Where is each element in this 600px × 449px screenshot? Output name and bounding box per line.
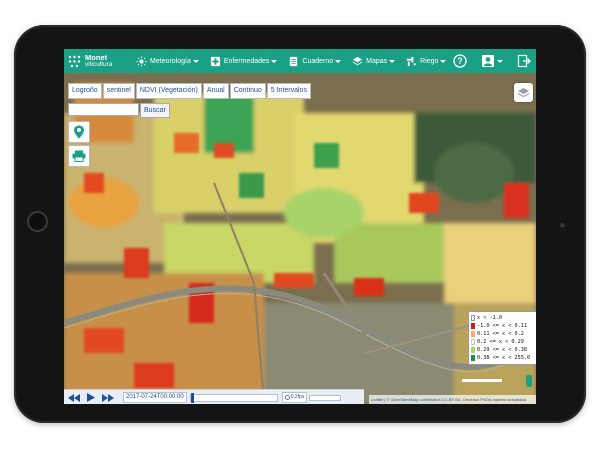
caret-down-icon (335, 59, 342, 63)
search-bar: Buscar (68, 103, 170, 118)
legend-row: x < -1.0 (471, 314, 536, 322)
brand-subtitle: viticultura (85, 61, 113, 68)
layer-switcher-button[interactable] (514, 83, 533, 102)
clock-icon (284, 395, 290, 400)
legend-label: 0.11 <= x < 0.2 (477, 331, 524, 337)
time-slider-handle[interactable] (190, 392, 194, 403)
nav-meteorologia[interactable]: Meteorología (136, 55, 199, 67)
forward-button[interactable] (101, 392, 115, 404)
speed-label: 0.2fps (290, 394, 305, 400)
search-button[interactable]: Buscar (140, 103, 170, 118)
help-icon[interactable]: ? (453, 54, 467, 68)
ndvi-legend: x < -1.0 -1.0 <= x < 0.11 0.11 <= x < 0.… (468, 311, 536, 365)
brand-text: Monet viticultura (85, 54, 112, 68)
caret-down-icon (271, 59, 278, 63)
play-button[interactable] (84, 392, 98, 404)
nav-mapas[interactable]: Mapas (352, 56, 396, 67)
map-attribution[interactable]: Leaflet | © OpenStreetMap contributors C… (369, 395, 536, 404)
legend-label: -1.0 <= x < 0.11 (477, 323, 527, 329)
legend-label: 0.29 <= x < 0.38 (477, 347, 527, 353)
map-filter-bar: Logroño sentinel NDVI (Vegetación) Anual… (68, 83, 312, 99)
ndvi-map[interactable] (64, 73, 536, 404)
printer-icon (72, 150, 86, 162)
layers-icon (352, 56, 363, 65)
caret-down-icon (192, 59, 199, 63)
legend-swatch (471, 347, 475, 353)
nav-mapas-label: Mapas (366, 57, 388, 65)
brand-name: Monet (85, 53, 108, 62)
rewind-button[interactable] (67, 392, 81, 404)
app-screen: Monet viticultura Meteorología Enfermeda… (64, 49, 536, 404)
tablet-camera (560, 223, 565, 228)
time-player: 2017-07-24T00:00:00 0.2fps (64, 389, 364, 404)
nav-cuaderno-label: Cuaderno (302, 57, 334, 65)
svg-text:?: ? (457, 56, 463, 66)
nav-riego-label: Riego (420, 57, 439, 65)
medical-cross-icon (210, 56, 220, 66)
exit-icon[interactable] (517, 54, 531, 68)
play-icon (87, 393, 95, 402)
fast-forward-icon (102, 393, 114, 402)
brand[interactable]: Monet viticultura (67, 54, 125, 69)
legend-label: 0.38 <= x < 255.0 (477, 355, 531, 361)
opacity-slider-handle[interactable] (526, 375, 532, 387)
filter-location[interactable]: Logroño (68, 83, 102, 99)
sun-icon (136, 55, 147, 67)
filter-period[interactable]: Anual (202, 83, 229, 99)
nav-right-actions: ? (439, 49, 536, 73)
speed-slider[interactable] (309, 394, 342, 401)
nav-cuaderno[interactable]: Cuaderno (288, 56, 342, 67)
notebook-icon (290, 56, 298, 66)
irrigation-icon (407, 56, 416, 66)
legend-row: 0.29 <= x < 0.38 (471, 346, 536, 354)
filter-intervals[interactable]: 5 Intervalos (266, 83, 311, 99)
top-navbar: Monet viticultura Meteorología Enfermeda… (64, 49, 536, 73)
legend-label: 0.2 <= x < 0.29 (477, 339, 524, 345)
nav-enfermedades[interactable]: Enfermedades (210, 56, 278, 67)
nav-meteorologia-label: Meteorología (150, 57, 191, 65)
current-time-display[interactable]: 2017-07-24T00:00:00 (123, 392, 187, 403)
opacity-slider-track[interactable] (462, 379, 502, 382)
rewind-icon (68, 393, 80, 402)
filter-index[interactable]: NDVI (Vegetación) (135, 83, 202, 99)
legend-label: x < -1.0 (477, 315, 502, 321)
location-button[interactable] (68, 121, 90, 143)
legend-row: 0.2 <= x < 0.29 (471, 338, 536, 346)
legend-row: 0.38 <= x < 255.0 (471, 354, 536, 362)
filter-mode[interactable]: Continuo (229, 83, 266, 99)
filter-satellite[interactable]: sentinel (102, 83, 135, 99)
legend-swatch (471, 323, 475, 329)
legend-swatch (471, 355, 475, 361)
time-slider[interactable] (189, 392, 278, 403)
map-pin-icon (74, 125, 84, 139)
tablet-home-button[interactable] (27, 211, 48, 232)
nav-enfermedades-label: Enfermedades (223, 57, 270, 65)
layers-icon (517, 87, 530, 97)
caret-down-icon (389, 59, 396, 63)
legend-swatch (471, 339, 475, 345)
legend-swatch (471, 315, 475, 321)
legend-row: -1.0 <= x < 0.11 (471, 322, 536, 330)
legend-swatch (471, 331, 475, 337)
legend-row: 0.11 <= x < 0.2 (471, 330, 536, 338)
speed-control[interactable]: 0.2fps (281, 392, 308, 403)
user-icon[interactable] (481, 54, 495, 68)
print-button[interactable] (68, 145, 90, 167)
monet-logo-icon (68, 55, 81, 67)
search-input[interactable] (68, 103, 139, 116)
user-menu-caret-icon[interactable] (497, 59, 503, 63)
